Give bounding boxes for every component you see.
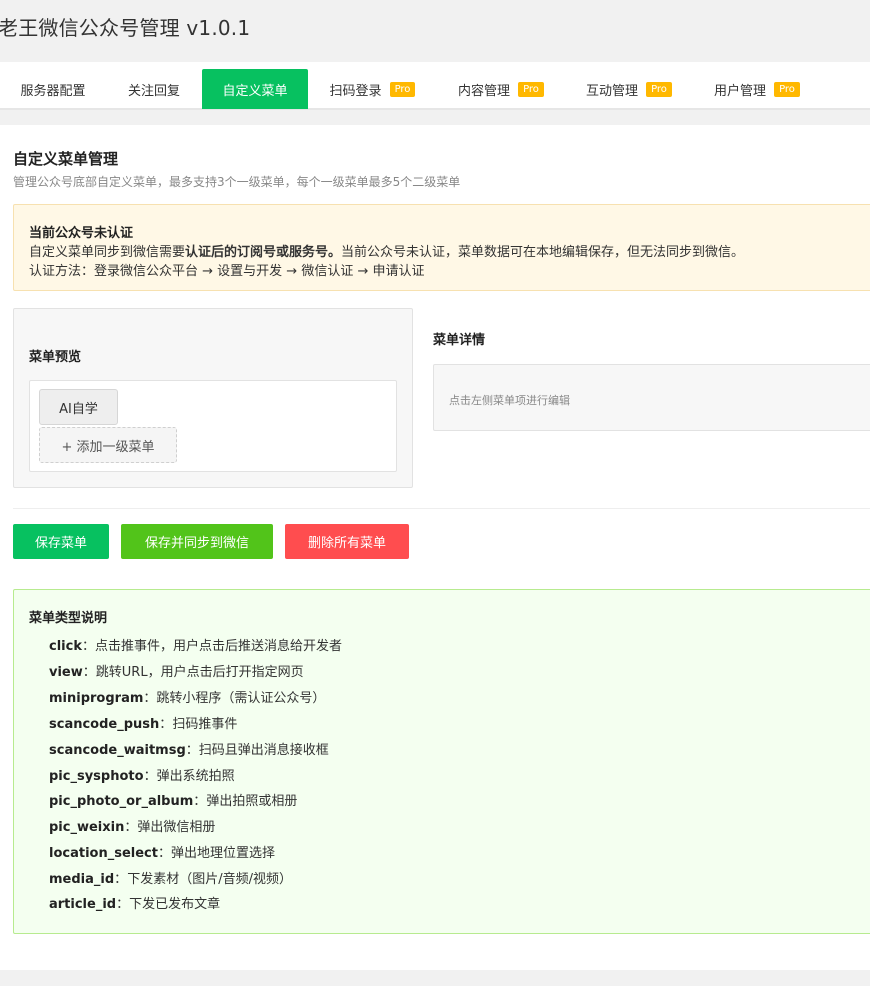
tab-label: 内容管理	[458, 83, 511, 99]
type-desc: 下发素材（图片/音频/视频）	[127, 872, 292, 887]
type-key: scancode_waitmsg	[49, 743, 186, 758]
type-key: miniprogram	[49, 691, 144, 706]
type-desc: 扫码且弹出消息接收框	[198, 743, 329, 758]
warning-text: 当前公众号未认证，菜单数据可在本地编辑保存，但无法同步到微信。	[341, 245, 745, 260]
pro-badge: Pro	[518, 81, 544, 97]
tab-qr-login[interactable]: 扫码登录 Pro	[308, 69, 437, 109]
list-item: location_select：弹出地理位置选择	[49, 842, 275, 861]
tab-server-config[interactable]: 服务器配置	[0, 69, 106, 109]
tab-interaction-manage[interactable]: 互动管理 Pro	[565, 69, 693, 109]
type-desc: 点击推事件，用户点击后推送消息给开发者	[95, 639, 343, 654]
tab-content-manage[interactable]: 内容管理 Pro	[437, 69, 565, 109]
list-item: media_id：下发素材（图片/音频/视频）	[49, 868, 292, 887]
type-desc: 弹出地理位置选择	[171, 846, 276, 861]
tab-label: 自定义菜单	[222, 83, 288, 99]
pro-badge: Pro	[646, 81, 672, 97]
list-item: view：跳转URL，用户点击后打开指定网页	[49, 661, 304, 680]
type-separator: ：	[157, 846, 171, 861]
menu-types-title: 菜单类型说明	[29, 611, 108, 626]
type-separator: ：	[116, 897, 130, 912]
pro-badge: Pro	[774, 81, 800, 97]
menu-detail-panel: 点击左侧菜单项进行编辑	[433, 364, 870, 431]
tab-user-manage[interactable]: 用户管理 Pro	[693, 69, 821, 109]
type-desc: 下发已发布文章	[129, 897, 221, 912]
type-key: view	[49, 665, 83, 680]
type-key: pic_weixin	[49, 820, 125, 835]
warning-method: 认证方法：登录微信公众平台 → 设置与开发 → 微信认证 → 申请认证	[29, 264, 425, 279]
tab-label: 互动管理	[586, 83, 639, 99]
list-item: click：点击推事件，用户点击后推送消息给开发者	[49, 635, 342, 654]
type-desc: 弹出拍照或相册	[206, 794, 298, 809]
type-separator: ：	[114, 872, 128, 887]
add-top-menu-button[interactable]: + 添加一级菜单	[39, 427, 177, 463]
menu-types-info: 菜单类型说明 click：点击推事件，用户点击后推送消息给开发者 view：跳转…	[13, 589, 870, 934]
type-key: click	[49, 639, 82, 654]
menu-preview: 菜单预览 AI自学 + 添加一级菜单	[13, 308, 413, 488]
save-menu-button[interactable]: 保存菜单	[13, 524, 109, 559]
delete-all-menus-button[interactable]: 删除所有菜单	[285, 524, 409, 559]
type-key: scancode_push	[49, 717, 160, 732]
type-separator: ：	[81, 639, 95, 654]
list-item: pic_sysphoto：弹出系统拍照	[49, 765, 235, 784]
warning-text: 自定义菜单同步到微信需要	[29, 245, 186, 260]
type-desc: 扫码推事件	[172, 717, 238, 732]
type-key: location_select	[49, 846, 158, 861]
list-item: article_id：下发已发布文章	[49, 893, 220, 912]
type-separator: ：	[143, 691, 157, 706]
type-separator: ：	[143, 769, 157, 784]
tab-custom-menu[interactable]: 自定义菜单	[202, 69, 308, 109]
menu-detail-hint: 点击左侧菜单项进行编辑	[449, 394, 570, 407]
type-separator: ：	[193, 794, 207, 809]
list-item: pic_photo_or_album：弹出拍照或相册	[49, 790, 297, 809]
list-item: scancode_push：扫码推事件	[49, 713, 237, 732]
pro-badge: Pro	[389, 81, 416, 97]
type-separator: ：	[159, 717, 173, 732]
tab-follow-reply[interactable]: 关注回复	[106, 69, 202, 109]
type-desc: 跳转小程序（需认证公众号）	[156, 691, 326, 706]
type-key: pic_photo_or_album	[49, 794, 194, 809]
tab-label: 关注回复	[127, 83, 180, 99]
unverified-warning: 当前公众号未认证 自定义菜单同步到微信需要认证后的订阅号或服务号。当前公众号未认…	[13, 204, 870, 291]
type-desc: 弹出系统拍照	[156, 769, 235, 784]
warning-message: 自定义菜单同步到微信需要认证后的订阅号或服务号。当前公众号未认证，菜单数据可在本…	[29, 241, 744, 260]
menu-preview-title: 菜单预览	[29, 350, 82, 365]
main-panel: 自定义菜单管理 管理公众号底部自定义菜单，最多支持3个一级菜单，每个一级菜单最多…	[0, 125, 870, 970]
list-item: scancode_waitmsg：扫码且弹出消息接收框	[49, 739, 329, 758]
tab-label: 用户管理	[714, 83, 767, 99]
menu-item-ai-study[interactable]: AI自学	[39, 389, 118, 425]
tab-label: 扫码登录	[329, 83, 382, 99]
warning-title: 当前公众号未认证	[29, 226, 134, 241]
type-separator: ：	[124, 820, 138, 835]
list-item: pic_weixin：弹出微信相册	[49, 816, 215, 835]
type-desc: 弹出微信相册	[137, 820, 216, 835]
app-title: 老王微信公众号管理 v1.0.1	[0, 16, 251, 40]
page-description: 管理公众号底部自定义菜单，最多支持3个一级菜单，每个一级菜单最多5个二级菜单	[13, 175, 461, 189]
type-desc: 跳转URL，用户点击后打开指定网页	[95, 665, 304, 680]
page-title: 自定义菜单管理	[13, 150, 119, 168]
type-key: pic_sysphoto	[49, 769, 144, 784]
menu-preview-list: AI自学 + 添加一级菜单	[29, 380, 397, 472]
save-and-sync-button[interactable]: 保存并同步到微信	[121, 524, 273, 559]
type-key: article_id	[49, 897, 117, 912]
tab-bar: 服务器配置 关注回复 自定义菜单 扫码登录 Pro 内容管理 Pro 互动管理 …	[0, 62, 870, 110]
divider	[13, 508, 870, 509]
list-item: miniprogram：跳转小程序（需认证公众号）	[49, 687, 325, 706]
warning-emphasis: 认证后的订阅号或服务号。	[185, 245, 342, 260]
type-key: media_id	[49, 872, 115, 887]
menu-detail-title: 菜单详情	[433, 333, 486, 348]
type-separator: ：	[185, 743, 199, 758]
tab-label: 服务器配置	[20, 83, 86, 99]
type-separator: ：	[82, 665, 96, 680]
